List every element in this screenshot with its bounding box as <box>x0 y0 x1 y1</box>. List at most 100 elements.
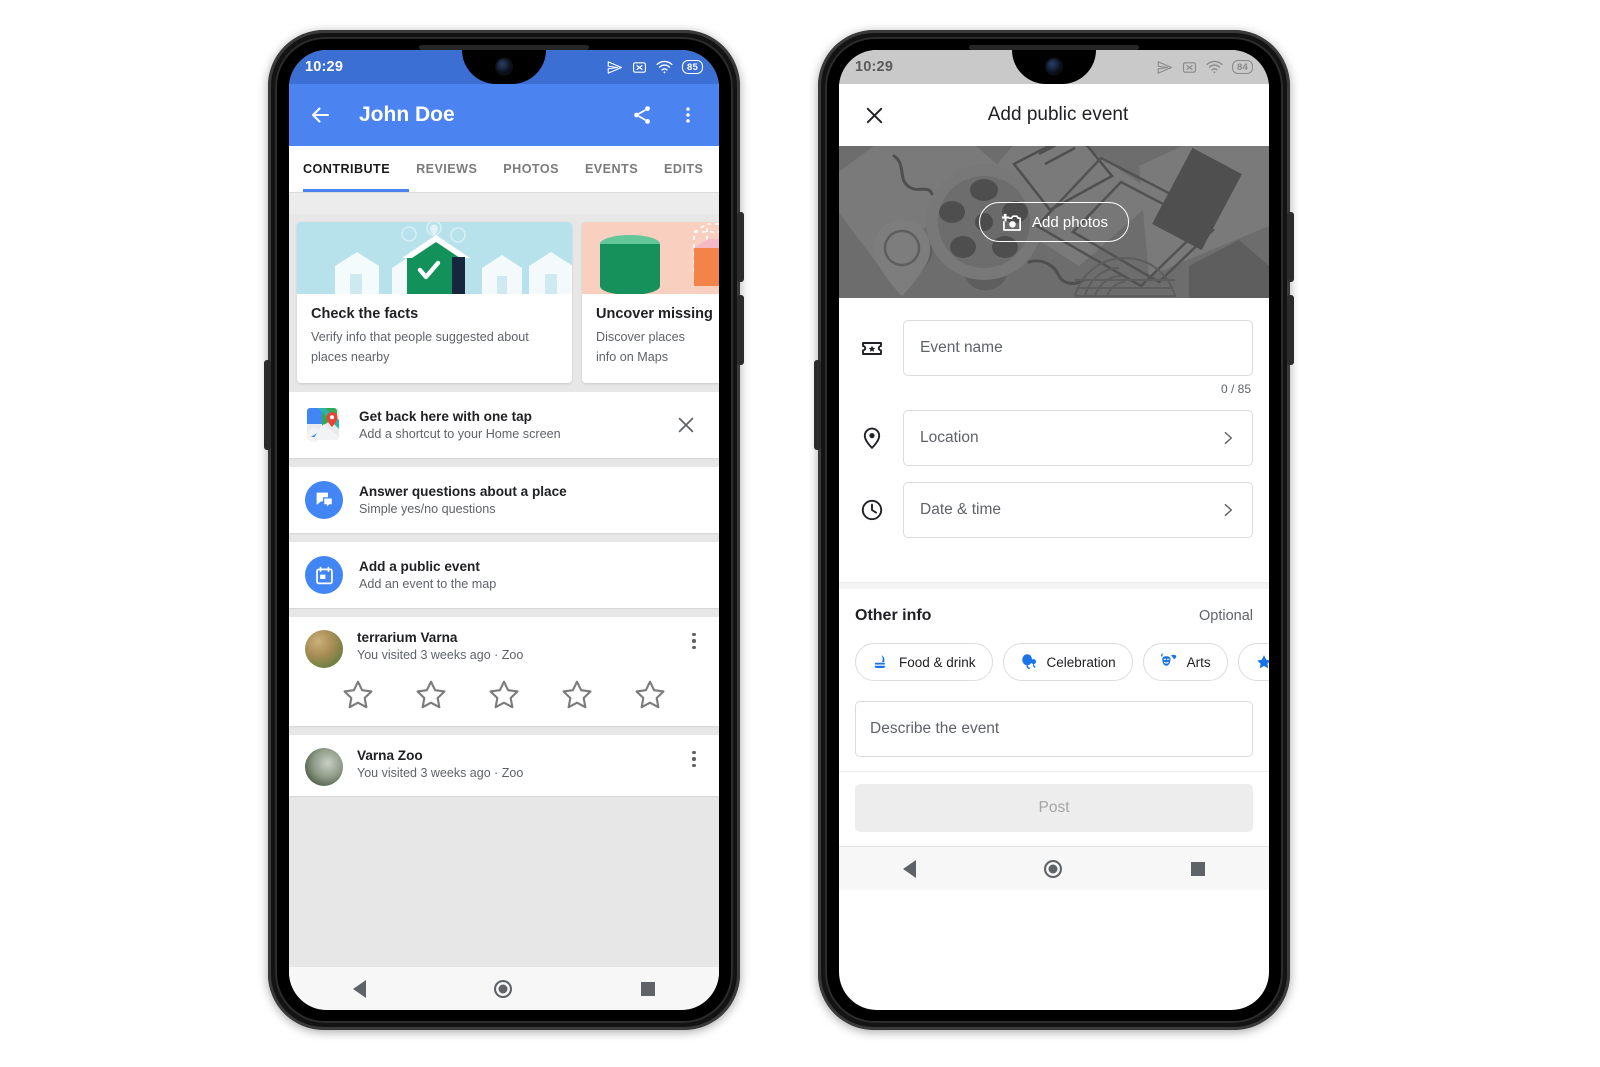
review-place-name: terrarium Varna <box>357 630 458 646</box>
field-event-name[interactable]: Event name <box>855 320 1253 376</box>
chevron-right-icon <box>1224 503 1233 517</box>
tab-edits[interactable]: EDITS <box>664 162 703 176</box>
nav-back-icon[interactable] <box>353 979 367 998</box>
field-location[interactable]: Location <box>855 410 1253 466</box>
add-photos-label: Add photos <box>1032 213 1108 231</box>
category-chip-row[interactable]: Food & drink Celebration Arts <box>855 643 1269 681</box>
card-illustration-shapes <box>582 222 719 294</box>
app-bar-right: Add public event <box>839 84 1269 146</box>
row-add-public-event[interactable]: Add a public event Add an event to the m… <box>289 542 719 609</box>
photo-banner[interactable]: Add photos <box>839 146 1269 298</box>
status-bar-icons: 85 <box>606 60 703 75</box>
wifi-icon <box>656 60 673 74</box>
nav-home-icon[interactable] <box>1044 859 1063 878</box>
tab-bar: CONTRIBUTE REVIEWS PHOTOS EVENTS EDITS <box>289 146 719 192</box>
tab-contribute[interactable]: CONTRIBUTE <box>303 162 390 176</box>
card-title: Check the facts <box>311 306 419 322</box>
card-uncover-missing[interactable]: Uncover missing Discover places info on … <box>582 222 719 384</box>
close-icon[interactable] <box>857 98 891 132</box>
field-date-time[interactable]: Date & time <box>855 482 1253 538</box>
battery-indicator: 85 <box>682 60 703 74</box>
chip-label: Food & drink <box>899 654 976 670</box>
review-card-terrarium[interactable]: terrarium Varna You visited 3 weeks ago … <box>289 617 719 727</box>
rating-stars[interactable] <box>305 668 703 716</box>
card-illustration-houses <box>297 222 572 294</box>
feed-top-spacer <box>289 192 719 214</box>
star-icon[interactable] <box>560 678 594 712</box>
event-form: Event name 0 / 85 Location Date & time <box>839 298 1269 582</box>
row-text: Answer questions about a place Simple ye… <box>359 484 703 516</box>
row-title: Answer questions about a place <box>359 484 567 500</box>
star-icon[interactable] <box>341 678 375 712</box>
avatar <box>305 630 343 669</box>
section-divider <box>839 582 1269 589</box>
more-vert-icon[interactable] <box>671 98 705 132</box>
volume-down-button-right[interactable] <box>1287 295 1294 365</box>
nav-home-icon[interactable] <box>494 979 513 998</box>
battery-indicator: 84 <box>1232 60 1253 74</box>
date-time-input[interactable]: Date & time <box>903 482 1253 538</box>
review-place-name: Varna Zoo <box>357 748 423 764</box>
chip-food-drink[interactable]: Food & drink <box>855 643 993 681</box>
more-vert-icon[interactable] <box>685 630 703 652</box>
close-icon[interactable] <box>669 408 703 442</box>
front-camera <box>496 59 512 74</box>
app-bar-left: John Doe <box>289 84 719 146</box>
add-photos-button[interactable]: Add photos <box>979 202 1129 242</box>
post-button[interactable]: Post <box>855 784 1253 832</box>
star-icon[interactable] <box>487 678 521 712</box>
other-info-heading: Other info <box>855 607 932 624</box>
balloon-icon <box>1021 654 1036 670</box>
nav-recents-icon[interactable] <box>640 981 655 996</box>
nav-recents-icon[interactable] <box>1190 861 1205 876</box>
review-card-varna-zoo[interactable]: Varna Zoo You visited 3 weeks ago · Zoo <box>289 735 719 797</box>
char-counter: 0 / 85 <box>1220 382 1251 396</box>
send-icon <box>607 60 622 74</box>
chip-partial-next[interactable] <box>1237 643 1269 681</box>
no-sim-icon <box>1183 61 1197 73</box>
suggestion-card-carousel[interactable]: Check the facts Verify info that people … <box>289 214 719 384</box>
volume-up-button-right[interactable] <box>1287 212 1294 282</box>
row-answer-questions[interactable]: Answer questions about a place Simple ye… <box>289 467 719 534</box>
chip-label: Celebration <box>1046 654 1116 670</box>
card-body-2: Uncover missing Discover places info on … <box>582 294 719 383</box>
power-button-right[interactable] <box>814 360 821 450</box>
chevron-right-icon <box>1224 431 1233 445</box>
nav-back-icon[interactable] <box>903 859 917 878</box>
no-sim-icon <box>633 61 647 73</box>
star-icon[interactable] <box>633 678 667 712</box>
earpiece-speaker <box>419 45 589 50</box>
phone-right: 10:29 84 Add public event Add photos Eve… <box>814 30 1294 1030</box>
card-title: Uncover missing <box>596 306 713 322</box>
volume-up-button-left[interactable] <box>737 212 744 282</box>
food-drink-icon <box>874 655 886 668</box>
chip-celebration[interactable]: Celebration <box>1002 643 1133 681</box>
status-bar-time: 10:29 <box>305 59 344 75</box>
card-body-1: Check the facts Verify info that people … <box>297 294 572 383</box>
chip-arts[interactable]: Arts <box>1142 643 1228 681</box>
tab-events[interactable]: EVENTS <box>585 162 638 176</box>
row-home-screen-shortcut[interactable]: Get back here with one tap Add a shortcu… <box>289 392 719 459</box>
volume-down-button-left[interactable] <box>737 295 744 365</box>
screen-left: 10:29 85 John Doe CONTRIBUTE REVIEWS PHO… <box>289 50 719 1010</box>
describe-event-input[interactable]: Describe the event <box>855 701 1253 757</box>
other-info-section: Other info Optional Food & drink Celebra… <box>839 589 1269 757</box>
houses-illustration <box>297 222 572 294</box>
share-icon[interactable] <box>625 98 659 132</box>
more-vert-icon[interactable] <box>685 748 703 770</box>
tab-reviews[interactable]: REVIEWS <box>416 162 477 176</box>
power-button-left[interactable] <box>264 360 271 450</box>
row-title: Add a public event <box>359 559 480 575</box>
tab-photos[interactable]: PHOTOS <box>503 162 559 176</box>
status-bar-icons: 84 <box>1156 60 1253 75</box>
card-subtitle: Discover places info on Maps <box>596 330 685 364</box>
back-arrow-icon[interactable] <box>303 98 337 132</box>
star-icon[interactable] <box>414 678 448 712</box>
phone-left: 10:29 85 John Doe CONTRIBUTE REVIEWS PHO… <box>264 30 744 1030</box>
event-name-input[interactable]: Event name <box>903 320 1253 376</box>
avatar <box>305 748 343 787</box>
card-check-the-facts[interactable]: Check the facts Verify info that people … <box>297 222 572 384</box>
ticket-icon <box>855 331 889 365</box>
contribute-feed[interactable]: Check the facts Verify info that people … <box>289 192 719 966</box>
location-input[interactable]: Location <box>903 410 1253 466</box>
